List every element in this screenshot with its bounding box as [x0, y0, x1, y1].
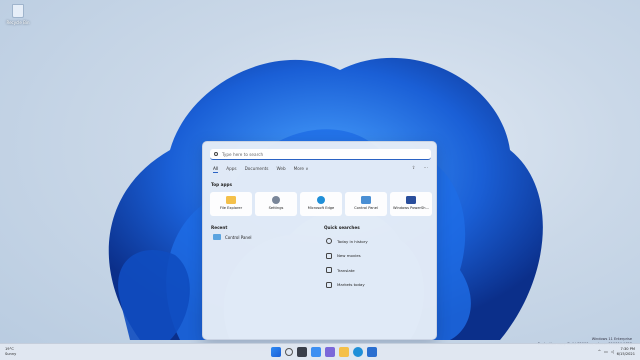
top-apps-heading: Top apps	[211, 182, 232, 187]
top-apps-grid: File Explorer Settings Microsoft Edge Co…	[210, 192, 432, 216]
tab-documents[interactable]: Documents	[245, 166, 269, 173]
control-panel-icon	[361, 196, 371, 204]
search-icon[interactable]	[285, 348, 293, 356]
recent-item-control-panel[interactable]: Control Panel	[213, 234, 252, 240]
app-tile-powershell[interactable]: Windows PowerSh...	[390, 192, 432, 216]
film-icon	[326, 252, 332, 259]
share-icon[interactable]: ⇪	[412, 166, 416, 171]
control-panel-icon	[213, 234, 221, 240]
quick-search-translate[interactable]: Translate	[326, 263, 368, 278]
app-tile-label: Settings	[268, 206, 284, 210]
chevron-up-icon[interactable]: ^	[598, 349, 601, 354]
quick-search-new-movies[interactable]: New movies	[326, 249, 368, 264]
quick-search-today-in-history[interactable]: Today in history	[326, 234, 368, 249]
search-icon	[214, 152, 218, 156]
edge-icon[interactable]	[353, 347, 363, 357]
recycle-bin-label: Recycle Bin	[6, 20, 30, 25]
recycle-bin-shortcut[interactable]: Recycle Bin	[4, 4, 32, 25]
weather-widget[interactable]: 19°C Sunny	[5, 347, 16, 356]
app-tile-file-explorer[interactable]: File Explorer	[210, 192, 252, 216]
quick-search-label: New movies	[337, 253, 361, 259]
recent-list: Control Panel	[213, 234, 252, 240]
quick-search-label: Translate	[337, 267, 355, 273]
tab-all[interactable]: All	[213, 166, 219, 173]
folder-icon	[226, 196, 236, 204]
recent-heading: Recent	[211, 225, 228, 230]
quick-search-label: Today in history	[337, 238, 368, 244]
tab-more[interactable]: More ∨	[294, 166, 309, 173]
app-tile-label: Microsoft Edge	[307, 206, 335, 210]
recent-item-label: Control Panel	[225, 234, 252, 240]
app-tile-control-panel[interactable]: Control Panel	[345, 192, 387, 216]
quick-search-label: Markets today	[337, 282, 365, 288]
search-placeholder: Type here to search	[222, 152, 264, 157]
translate-icon	[326, 267, 332, 274]
system-tray: ^ ▭ ◁	[598, 349, 614, 354]
weather-desc: Sunny	[5, 351, 17, 356]
quick-searches-heading: Quick searches	[324, 225, 360, 230]
tab-apps[interactable]: Apps	[226, 166, 236, 173]
store-icon[interactable]	[367, 347, 377, 357]
widgets-icon[interactable]	[311, 347, 321, 357]
search-input[interactable]: Type here to search	[210, 149, 431, 160]
search-flyout: Type here to search All Apps Documents W…	[202, 141, 437, 340]
menu-tools: ⇪ ⋯	[412, 166, 428, 171]
taskbar: 19°C Sunny ^ ▭ ◁ 7:30 PM 6/15/2021	[0, 343, 640, 360]
network-icon[interactable]: ▭	[604, 349, 608, 354]
quick-searches-list: Today in history New movies Translate Ma…	[326, 234, 368, 292]
chart-icon	[326, 281, 332, 288]
app-tile-label: Windows PowerSh...	[392, 206, 430, 210]
task-view-icon[interactable]	[297, 347, 307, 357]
app-tile-settings[interactable]: Settings	[255, 192, 297, 216]
quick-search-markets-today[interactable]: Markets today	[326, 278, 368, 293]
gear-icon	[272, 196, 280, 204]
search-tabs: All Apps Documents Web More ∨	[213, 166, 308, 173]
edge-icon	[317, 196, 325, 204]
volume-icon[interactable]: ◁	[611, 349, 614, 354]
file-explorer-icon[interactable]	[339, 347, 349, 357]
app-tile-edge[interactable]: Microsoft Edge	[300, 192, 342, 216]
app-tile-label: Control Panel	[354, 206, 378, 210]
taskbar-icons	[271, 347, 377, 357]
powershell-icon	[406, 196, 416, 204]
clock-icon	[326, 238, 332, 245]
tab-web[interactable]: Web	[276, 166, 285, 173]
app-tile-label: File Explorer	[219, 206, 243, 210]
more-options-icon[interactable]: ⋯	[424, 166, 429, 171]
clock-date: 6/15/2021	[616, 351, 635, 356]
recycle-bin-icon	[12, 4, 24, 18]
chat-icon[interactable]	[325, 347, 335, 357]
windows-start-icon[interactable]	[271, 347, 281, 357]
taskbar-clock[interactable]: 7:30 PM 6/15/2021	[617, 347, 635, 356]
